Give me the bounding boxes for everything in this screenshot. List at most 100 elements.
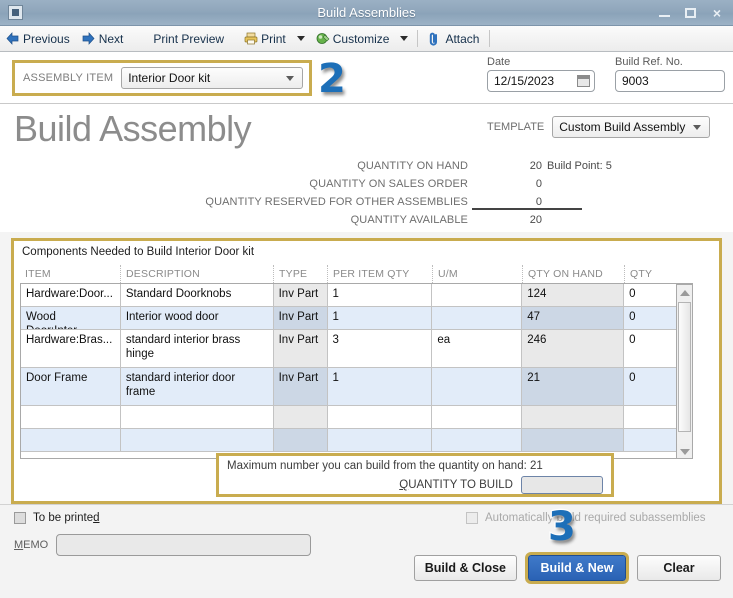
table-row[interactable]: Hardware:Door... Standard Doorknobs Inv … xyxy=(21,284,693,307)
cell-qty-on-hand xyxy=(522,406,625,428)
header-type: TYPE xyxy=(273,265,327,283)
cell-um xyxy=(432,368,523,405)
memo-row: MEMO xyxy=(14,534,312,556)
quantity-to-build-input[interactable] xyxy=(521,476,603,494)
cell-description xyxy=(121,406,274,428)
build-ref-field-group: Build Ref. No. 9003 xyxy=(615,56,725,92)
template-row: TEMPLATE Custom Build Assembly xyxy=(487,116,711,138)
clear-button[interactable]: Clear xyxy=(637,555,721,581)
cell-description: Standard Doorknobs xyxy=(121,284,274,306)
template-value: Custom Build Assembly xyxy=(559,120,686,134)
quantity-label: QUANTITY AVAILABLE xyxy=(350,214,468,226)
components-grid-header: ITEM DESCRIPTION TYPE PER ITEM QTY U/M Q… xyxy=(20,265,711,298)
header-qty-on-hand: QTY ON HAND xyxy=(522,265,624,283)
cell-type: Inv Part xyxy=(273,284,328,306)
cell-item: Door Frame xyxy=(21,368,121,405)
scrollbar-thumb[interactable] xyxy=(678,302,691,432)
auto-build-checkbox xyxy=(466,512,478,524)
minimize-icon[interactable] xyxy=(657,5,673,21)
attach-button[interactable]: Attach xyxy=(422,27,485,51)
toolbar-divider xyxy=(417,30,419,47)
build-ref-label: Build Ref. No. xyxy=(615,56,683,68)
close-icon[interactable]: × xyxy=(709,5,725,21)
build-assemblies-window: Build Assemblies × Previous Next Print P… xyxy=(0,0,733,598)
page-title: Build Assembly xyxy=(14,108,252,149)
table-row[interactable]: Wood Door:Inter... Interior wood door In… xyxy=(21,307,693,330)
date-ref-area: Date 12/15/2023 Build Ref. No. 9003 xyxy=(487,56,725,92)
quantity-row: QUANTITY ON HAND 20 Build Point: 5 xyxy=(0,158,733,174)
date-label: Date xyxy=(487,56,511,68)
next-button[interactable]: Next xyxy=(76,27,130,51)
build-and-close-button[interactable]: Build & Close xyxy=(413,555,517,581)
customize-dropdown-caret-icon[interactable] xyxy=(400,36,409,41)
action-buttons: Build & Close Build & New Clear xyxy=(413,552,721,584)
date-field-group: Date 12/15/2023 xyxy=(487,56,595,92)
cell-per-item-qty: 1 xyxy=(328,307,433,329)
table-row[interactable]: Hardware:Bras... standard interior brass… xyxy=(21,330,693,368)
assembly-item-highlight: ASSEMBLY ITEM Interior Door kit xyxy=(12,60,312,96)
memo-input[interactable] xyxy=(56,534,312,556)
assembly-item-value: Interior Door kit xyxy=(128,71,211,85)
template-label: TEMPLATE xyxy=(487,121,545,133)
to-be-printed-row[interactable]: To be printed xyxy=(14,512,100,524)
date-input[interactable]: 12/15/2023 xyxy=(487,70,595,92)
print-button[interactable]: Print xyxy=(238,27,292,51)
cell-type: Inv Part xyxy=(273,368,328,405)
table-row[interactable]: Door Frame standard interior door frame … xyxy=(21,368,693,406)
cell-description: standard interior brass hinge xyxy=(121,330,274,367)
components-title: Components Needed to Build Interior Door… xyxy=(22,246,255,258)
cell-qty-on-hand: 124 xyxy=(522,284,625,306)
window-menu-icon[interactable] xyxy=(8,5,23,20)
quantity-row: QUANTITY ON SALES ORDER 0 xyxy=(0,176,733,192)
footer: To be printed MEMO Automatically build r… xyxy=(0,504,733,598)
cell-item: Hardware:Door... xyxy=(21,284,121,306)
quantity-value: 20 xyxy=(529,160,542,172)
window-title: Build Assemblies xyxy=(317,5,416,20)
quantity-summary: QUANTITY ON HAND 20 Build Point: 5 QUANT… xyxy=(0,158,733,230)
assembly-item-bar: ASSEMBLY ITEM Interior Door kit Date 12/… xyxy=(0,52,733,104)
quantity-row: QUANTITY AVAILABLE 20 xyxy=(0,212,733,228)
cell-um: ea xyxy=(432,330,523,367)
quantity-total-rule xyxy=(472,208,582,210)
customize-icon xyxy=(316,32,330,45)
scroll-down-icon[interactable] xyxy=(677,444,692,458)
print-preview-button[interactable]: Print Preview xyxy=(147,27,230,51)
cell-qty-on-hand: 47 xyxy=(522,307,625,329)
max-build-text: Maximum number you can build from the qu… xyxy=(227,460,543,472)
table-row[interactable] xyxy=(21,429,693,452)
cell-type: Inv Part xyxy=(273,330,328,367)
print-dropdown-caret-icon[interactable] xyxy=(296,36,305,41)
assembly-item-dropdown[interactable]: Interior Door kit xyxy=(121,67,304,89)
quantity-label: QUANTITY RESERVED FOR OTHER ASSEMBLIES xyxy=(205,196,468,208)
to-be-printed-checkbox[interactable] xyxy=(14,512,26,524)
quantity-value: 0 xyxy=(535,196,542,208)
quantity-label: QUANTITY ON HAND xyxy=(357,160,468,172)
cell-per-item-qty: 1 xyxy=(328,368,433,405)
customize-button[interactable]: Customize xyxy=(310,27,396,51)
auto-build-label: Automatically build required subassembli… xyxy=(485,512,706,524)
cell-per-item-qty xyxy=(328,429,433,451)
previous-button[interactable]: Previous xyxy=(0,27,76,51)
table-row[interactable] xyxy=(21,406,693,429)
grid-vertical-scrollbar[interactable] xyxy=(676,284,693,458)
scroll-up-icon[interactable] xyxy=(677,285,692,300)
quantity-value: 20 xyxy=(529,214,542,226)
cell-item: Wood Door:Inter... xyxy=(21,307,121,329)
calendar-icon[interactable] xyxy=(577,75,590,87)
build-ref-input[interactable]: 9003 xyxy=(615,70,725,92)
document-header: Build Assembly TEMPLATE Custom Build Ass… xyxy=(0,104,733,232)
build-and-new-button[interactable]: Build & New xyxy=(525,552,629,584)
components-grid-body: Hardware:Door... Standard Doorknobs Inv … xyxy=(20,283,693,459)
template-dropdown[interactable]: Custom Build Assembly xyxy=(552,116,711,138)
header-description: DESCRIPTION xyxy=(120,265,273,283)
build-ref-value: 9003 xyxy=(622,74,649,88)
title-bar: Build Assemblies × xyxy=(0,0,733,26)
quantity-label: QUANTITY ON SALES ORDER xyxy=(309,178,468,190)
assembly-item-label: ASSEMBLY ITEM xyxy=(23,72,114,84)
cell-description xyxy=(121,429,274,451)
cell-type xyxy=(273,429,328,451)
maximize-icon[interactable] xyxy=(683,5,699,21)
header-item: ITEM xyxy=(25,268,51,280)
print-preview-label: Print Preview xyxy=(153,31,225,46)
header-um: U/M xyxy=(432,265,522,283)
